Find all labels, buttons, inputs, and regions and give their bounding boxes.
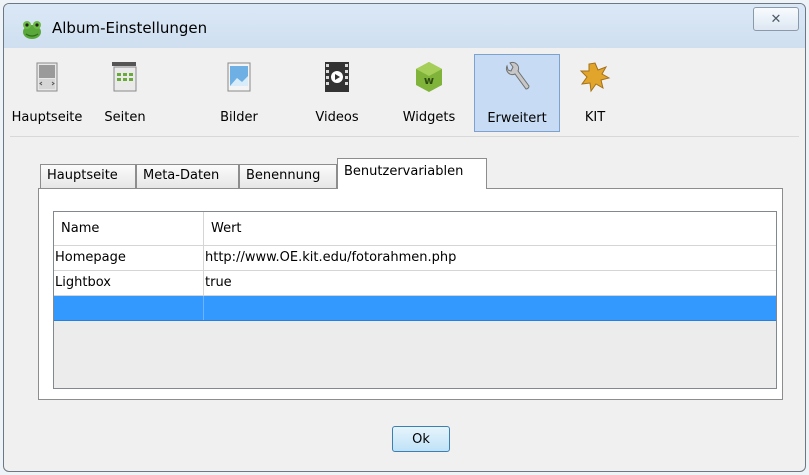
toolbar-bilder[interactable]: Bilder (206, 54, 272, 132)
svg-text:w: w (424, 74, 434, 87)
pages-icon (112, 62, 137, 92)
toolbar-label: Bilder (220, 110, 258, 125)
images-icon (227, 62, 251, 92)
variable-value-cell[interactable] (204, 296, 776, 320)
close-icon: ✕ (770, 11, 782, 27)
toolbar-erweitert[interactable]: Erweitert (474, 54, 560, 132)
user-variables-panel: Name Wert Homepage http://www.OE.kit.edu… (38, 188, 783, 400)
toolbar-label: Videos (315, 110, 359, 125)
toolbar-label: Seiten (104, 110, 146, 125)
video-icon (325, 62, 349, 92)
mainpage-icon (36, 62, 58, 92)
grid-header: Name Wert (54, 212, 776, 246)
kit-icon (579, 62, 611, 93)
tab-benutzervariablen[interactable]: Benutzervariablen (337, 158, 487, 189)
tab-benennung[interactable]: Benennung (239, 164, 337, 188)
frog-app-icon (23, 21, 41, 39)
toolbar-videos[interactable]: Videos (304, 54, 370, 132)
album-settings-dialog: Album-Einstellungen ✕ Hauptseite Seiten … (3, 3, 806, 472)
variables-grid[interactable]: Name Wert Homepage http://www.OE.kit.edu… (53, 211, 777, 389)
column-header-name[interactable]: Name (54, 212, 204, 245)
toolbar-widgets[interactable]: w Widgets (392, 54, 466, 132)
table-row[interactable]: Lightbox true (54, 271, 776, 296)
tab-hauptseite[interactable]: Hauptseite (40, 164, 136, 188)
variable-value-cell[interactable]: http://www.OE.kit.edu/fotorahmen.php (204, 246, 776, 270)
category-toolbar: Hauptseite Seiten Bilder Videos w Widget… (10, 48, 799, 137)
variable-name-cell[interactable]: Homepage (54, 246, 204, 270)
ok-button[interactable]: Ok (392, 426, 450, 452)
variable-name-cell[interactable]: Lightbox (54, 271, 204, 295)
dialog-client: Hauptseite Seiten Bilder Videos w Widget… (10, 48, 799, 465)
toolbar-kit[interactable]: KIT (562, 54, 628, 132)
close-button[interactable]: ✕ (753, 7, 799, 31)
wrench-icon (505, 61, 530, 90)
window-title: Album-Einstellungen (52, 19, 208, 37)
toolbar-label: Erweitert (487, 111, 547, 126)
toolbar-label: Hauptseite (11, 110, 83, 125)
toolbar-label: KIT (584, 110, 606, 125)
toolbar-hauptseite[interactable]: Hauptseite (10, 54, 84, 132)
toolbar-seiten[interactable]: Seiten (84, 54, 166, 132)
table-row[interactable]: Homepage http://www.OE.kit.edu/fotorahme… (54, 246, 776, 271)
variable-value-cell[interactable]: true (204, 271, 776, 295)
toolbar-label: Widgets (402, 110, 456, 125)
tab-meta-daten[interactable]: Meta-Daten (136, 164, 239, 188)
table-row-selected[interactable] (54, 296, 776, 321)
variable-name-cell[interactable] (54, 296, 204, 320)
column-header-wert[interactable]: Wert (204, 212, 776, 245)
title-bar: Album-Einstellungen ✕ (4, 4, 805, 48)
widget-icon: w (416, 62, 442, 92)
